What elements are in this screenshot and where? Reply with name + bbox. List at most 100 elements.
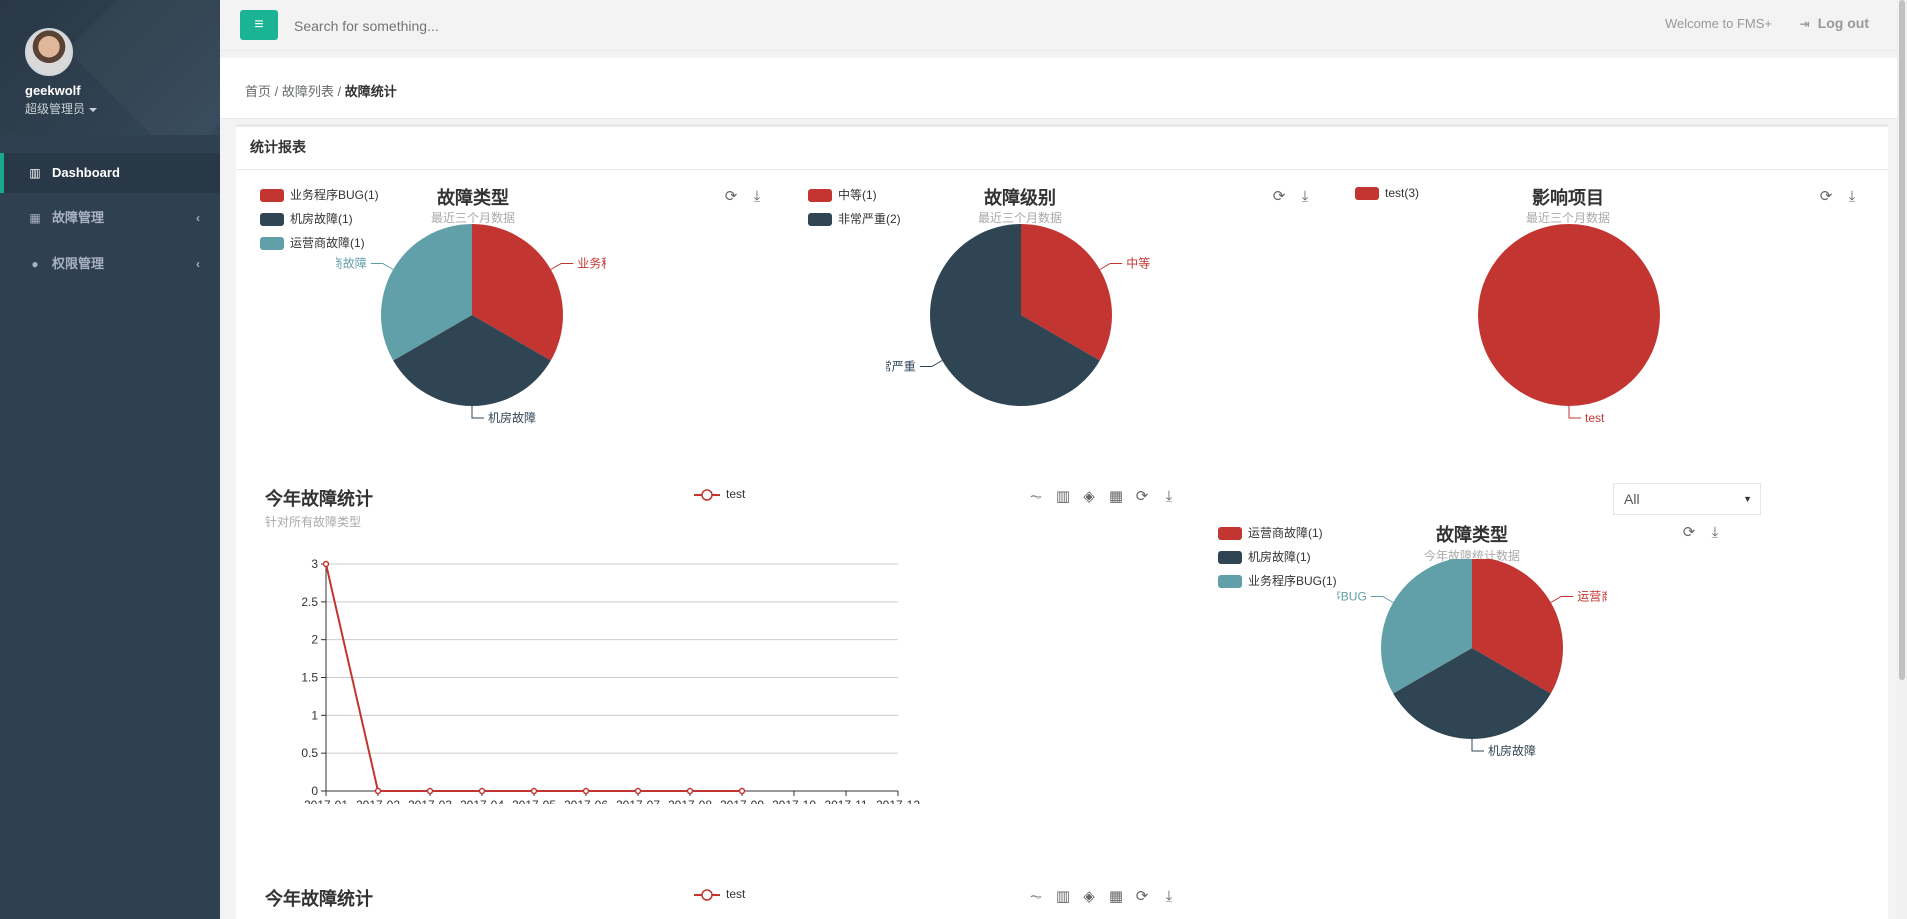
- data-point[interactable]: [478, 787, 486, 795]
- legend-swatch: [260, 237, 284, 251]
- x-tick-label: 2017-08: [668, 798, 712, 804]
- y-tick-label: 0.5: [301, 746, 318, 760]
- refresh-icon[interactable]: ⟳: [1133, 488, 1151, 506]
- profile-panel: geekwolf 超级管理员: [0, 0, 220, 135]
- chart-title: 今年故障统计: [265, 889, 373, 909]
- legend-item[interactable]: 中等(1): [808, 186, 877, 203]
- pie-label: 运营商故障: [1577, 589, 1607, 604]
- menu-toggle-button[interactable]: ≡: [240, 10, 278, 40]
- data-point[interactable]: [322, 560, 330, 568]
- download-icon[interactable]: ⤓: [1706, 524, 1724, 542]
- chart-title: 今年故障统计: [265, 489, 373, 509]
- pie-label-line: [1471, 739, 1484, 752]
- legend-line-marker: [694, 889, 720, 901]
- refresh-icon[interactable]: ⟳: [1817, 188, 1835, 206]
- legend-item[interactable]: 业务程序BUG(1): [1218, 572, 1337, 589]
- download-icon[interactable]: ⤓: [1843, 188, 1861, 206]
- vertical-scrollbar[interactable]: [1897, 0, 1907, 919]
- refresh-icon[interactable]: ⟳: [1680, 524, 1698, 542]
- stack-icon[interactable]: ◈: [1080, 488, 1098, 506]
- bar-chart-icon[interactable]: ▥: [1054, 488, 1072, 506]
- pie-chart-affected-project: test: [1478, 224, 1660, 424]
- bar-chart-icon: ▥: [29, 166, 41, 180]
- legend-item[interactable]: test: [694, 887, 745, 901]
- line-chart-icon[interactable]: ⏦: [1027, 488, 1045, 506]
- stack-icon[interactable]: ◈: [1080, 888, 1098, 906]
- data-view-icon[interactable]: ▦: [1107, 888, 1125, 906]
- pie-label-line: [471, 406, 484, 419]
- avatar[interactable]: [25, 28, 73, 76]
- legend-item[interactable]: 业务程序BUG(1): [260, 186, 379, 203]
- bar-chart-icon[interactable]: ▥: [1054, 888, 1072, 906]
- select-value: All: [1624, 491, 1640, 507]
- pie-label: 非常严重: [886, 360, 916, 374]
- logout-link[interactable]: ⇥ Log out: [1800, 15, 1869, 31]
- data-point[interactable]: [374, 787, 382, 795]
- legend-swatch: [260, 213, 284, 227]
- chart-title: 故障级别: [984, 188, 1056, 208]
- caret-down-icon: [89, 107, 98, 112]
- statistics-panel: 统计报表 业务程序BUG(1) 机房故障(1) 运营商故障(1) 故障类型 最近…: [236, 124, 1888, 919]
- legend-line-marker: [694, 489, 720, 501]
- pie-chart-yearly-fault-type: 运营商故障机房故障 业务程序BUG: [1337, 559, 1607, 758]
- line-chart-icon[interactable]: ⏦: [1027, 888, 1045, 906]
- hamburger-icon: ≡: [254, 16, 264, 33]
- y-tick-label: 1: [311, 708, 318, 722]
- sidebar-item-dashboard[interactable]: ▥ Dashboard: [0, 153, 220, 193]
- breadcrumb: 首页 / 故障列表 / 故障统计: [245, 81, 397, 100]
- sidebar-item-label: 故障管理: [52, 210, 105, 225]
- x-tick-label: 2017-01: [304, 798, 348, 804]
- legend-item[interactable]: 机房故障(1): [1218, 548, 1311, 565]
- chart-title: 故障类型: [1436, 525, 1508, 545]
- download-icon[interactable]: ⤓: [1296, 188, 1314, 206]
- user-role: 超级管理员: [25, 102, 86, 116]
- data-point[interactable]: [426, 787, 434, 795]
- fault-type-select[interactable]: All ▼: [1613, 483, 1761, 515]
- sidebar-item-permission-management[interactable]: ● 权限管理 ‹: [0, 244, 220, 284]
- breadcrumb-separator: /: [333, 84, 345, 99]
- data-point[interactable]: [582, 787, 590, 795]
- chart-title: 影响项目: [1532, 188, 1604, 208]
- breadcrumb-separator: /: [271, 84, 282, 99]
- sidebar-item-fault-management[interactable]: ▦ 故障管理 ‹: [0, 198, 220, 238]
- refresh-icon[interactable]: ⟳: [1133, 888, 1151, 906]
- pie-slice[interactable]: [1478, 224, 1660, 406]
- breadcrumb-fault-list[interactable]: 故障列表: [282, 84, 334, 99]
- breadcrumb-home[interactable]: 首页: [245, 84, 271, 99]
- data-point[interactable]: [530, 787, 538, 795]
- legend-item[interactable]: test(3): [1355, 186, 1419, 201]
- sign-out-icon: ⇥: [1799, 17, 1810, 31]
- data-point[interactable]: [634, 787, 642, 795]
- data-view-icon[interactable]: ▦: [1107, 488, 1125, 506]
- pie-label: 运营商故障: [336, 256, 367, 271]
- x-tick-label: 2017-09: [720, 798, 764, 804]
- legend-item[interactable]: test: [694, 487, 745, 501]
- pie-label-line: [1370, 596, 1394, 603]
- pie-label-line: [1099, 263, 1123, 270]
- data-point[interactable]: [738, 787, 746, 795]
- chevron-left-icon: ‹: [196, 257, 200, 271]
- pie-label-line: [370, 263, 394, 270]
- download-icon[interactable]: ⤓: [1160, 488, 1178, 506]
- pie-label: 业务程序BUG: [577, 256, 606, 271]
- download-icon[interactable]: ⤓: [1160, 888, 1178, 906]
- y-tick-label: 2: [311, 633, 318, 647]
- download-icon[interactable]: ⤓: [748, 188, 766, 206]
- refresh-icon[interactable]: ⟳: [722, 188, 740, 206]
- pie-label-line: [919, 360, 943, 367]
- legend-item[interactable]: 运营商故障(1): [1218, 524, 1323, 541]
- search-input[interactable]: [292, 12, 796, 40]
- data-point[interactable]: [686, 787, 694, 795]
- logout-label: Log out: [1817, 15, 1869, 31]
- pie-label: test: [1585, 411, 1605, 424]
- welcome-text: Welcome to FMS+: [1664, 16, 1772, 31]
- pie-label: 机房故障: [1488, 743, 1536, 758]
- x-tick-label: 2017-07: [616, 798, 660, 804]
- scrollbar-thumb[interactable]: [1899, 0, 1905, 680]
- pie-chart-fault-level: 中等非常严重: [886, 224, 1150, 406]
- legend-swatch: [808, 189, 832, 203]
- legend-swatch: [1355, 187, 1379, 201]
- refresh-icon[interactable]: ⟳: [1270, 188, 1288, 206]
- user-name[interactable]: geekwolf: [25, 83, 81, 98]
- user-role-dropdown[interactable]: 超级管理员: [25, 100, 98, 117]
